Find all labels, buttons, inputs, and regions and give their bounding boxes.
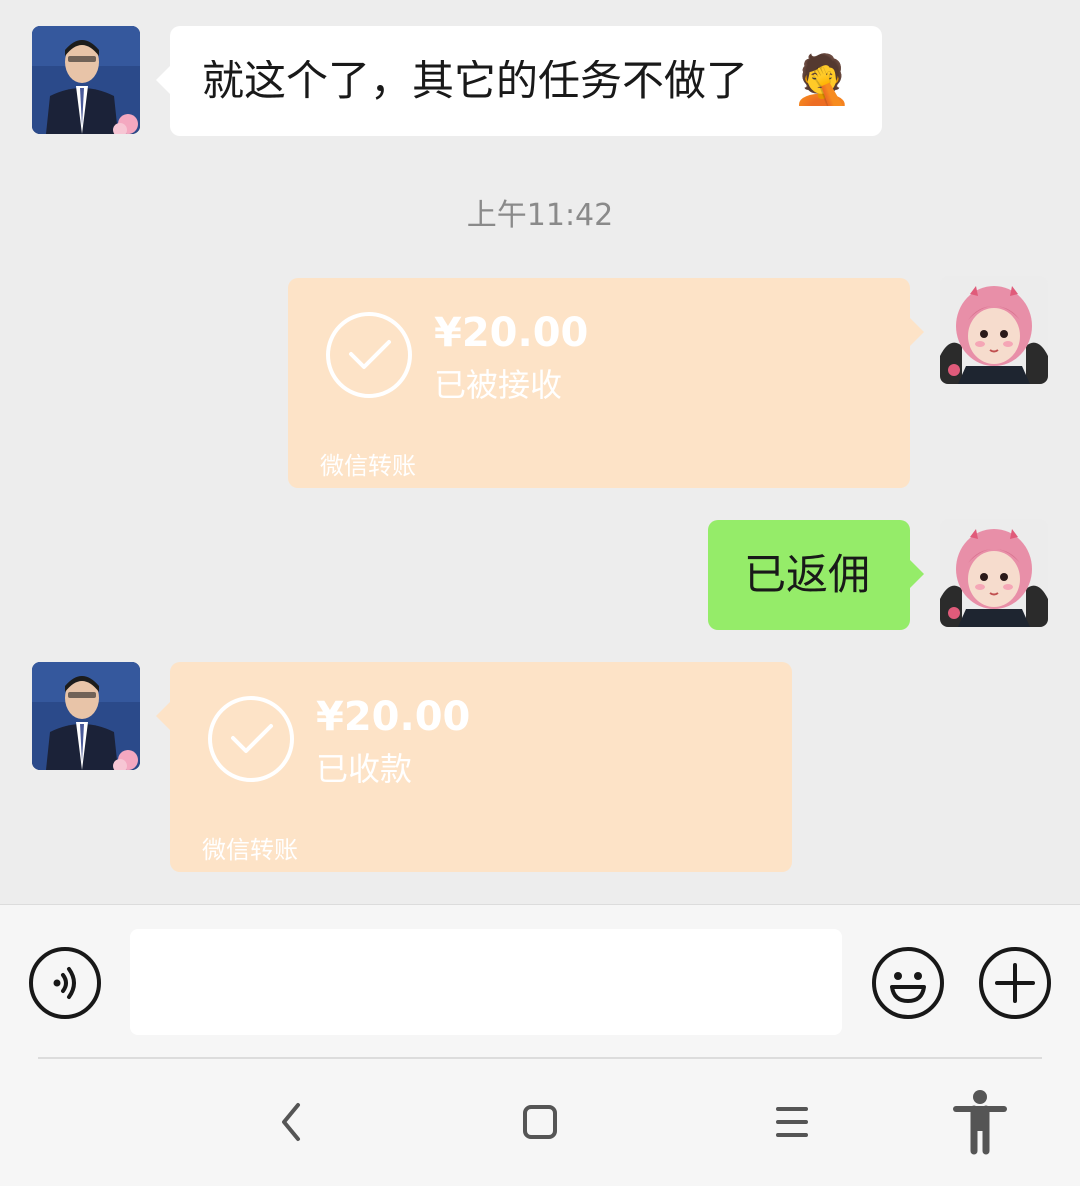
self-avatar-image <box>940 276 1048 384</box>
contact-avatar[interactable] <box>32 26 140 134</box>
incoming-message-text: 就这个了，其它的任务不做了 <box>202 60 749 102</box>
emoji-icon <box>890 972 926 1003</box>
outgoing-text-bubble[interactable]: 已返佣 <box>708 520 924 630</box>
emoji-button[interactable] <box>872 947 944 1019</box>
plus-icon <box>995 963 1035 1003</box>
contact-avatar[interactable] <box>32 662 140 770</box>
nav-menu-button[interactable] <box>770 1097 814 1147</box>
transfer-check-icon <box>208 696 294 782</box>
nav-back-button[interactable] <box>270 1097 314 1147</box>
outgoing-message-text: 已返佣 <box>744 550 871 599</box>
contact-avatar-image <box>32 26 140 134</box>
message-input[interactable] <box>130 929 842 1035</box>
more-functions-button[interactable] <box>979 947 1051 1019</box>
facepalm-emoji-icon: 🤦 <box>792 52 852 108</box>
nav-back-icon <box>282 1103 300 1141</box>
incoming-transfer-card[interactable]: ¥20.00 已收款 微信转账 <box>156 662 792 872</box>
outgoing-transfer-card[interactable]: ¥20.00 已被接收 微信转账 <box>288 278 924 488</box>
self-avatar[interactable] <box>940 276 1048 384</box>
transfer-label: 微信转账 <box>202 836 298 864</box>
accessibility-icon <box>953 1090 1007 1155</box>
transfer-label: 微信转账 <box>320 452 416 480</box>
nav-home-icon <box>523 1105 557 1139</box>
transfer-check-icon <box>326 312 412 398</box>
nav-menu-icon <box>776 1107 808 1137</box>
incoming-text-bubble[interactable]: 就这个了，其它的任务不做了 🤦 <box>156 26 882 136</box>
transfer-amount: ¥20.00 <box>316 694 471 740</box>
message-timestamp: 上午11:42 <box>466 198 614 233</box>
nav-home-button[interactable] <box>518 1097 562 1147</box>
voice-button[interactable] <box>29 947 101 1019</box>
accessibility-button[interactable] <box>950 1089 1010 1155</box>
bubble-tail <box>156 66 170 94</box>
self-avatar-image <box>940 519 1048 627</box>
transfer-amount: ¥20.00 <box>434 310 589 356</box>
voice-icon <box>53 967 76 999</box>
chat-input-bar <box>0 904 1080 1059</box>
contact-avatar-image <box>32 662 140 770</box>
transfer-status: 已收款 <box>316 750 413 788</box>
transfer-status: 已被接收 <box>434 366 563 404</box>
bubble-tail <box>156 702 170 730</box>
bubble-tail <box>910 318 924 346</box>
self-avatar[interactable] <box>940 519 1048 627</box>
system-nav-bar <box>0 1059 1080 1186</box>
bubble-tail <box>910 560 924 588</box>
